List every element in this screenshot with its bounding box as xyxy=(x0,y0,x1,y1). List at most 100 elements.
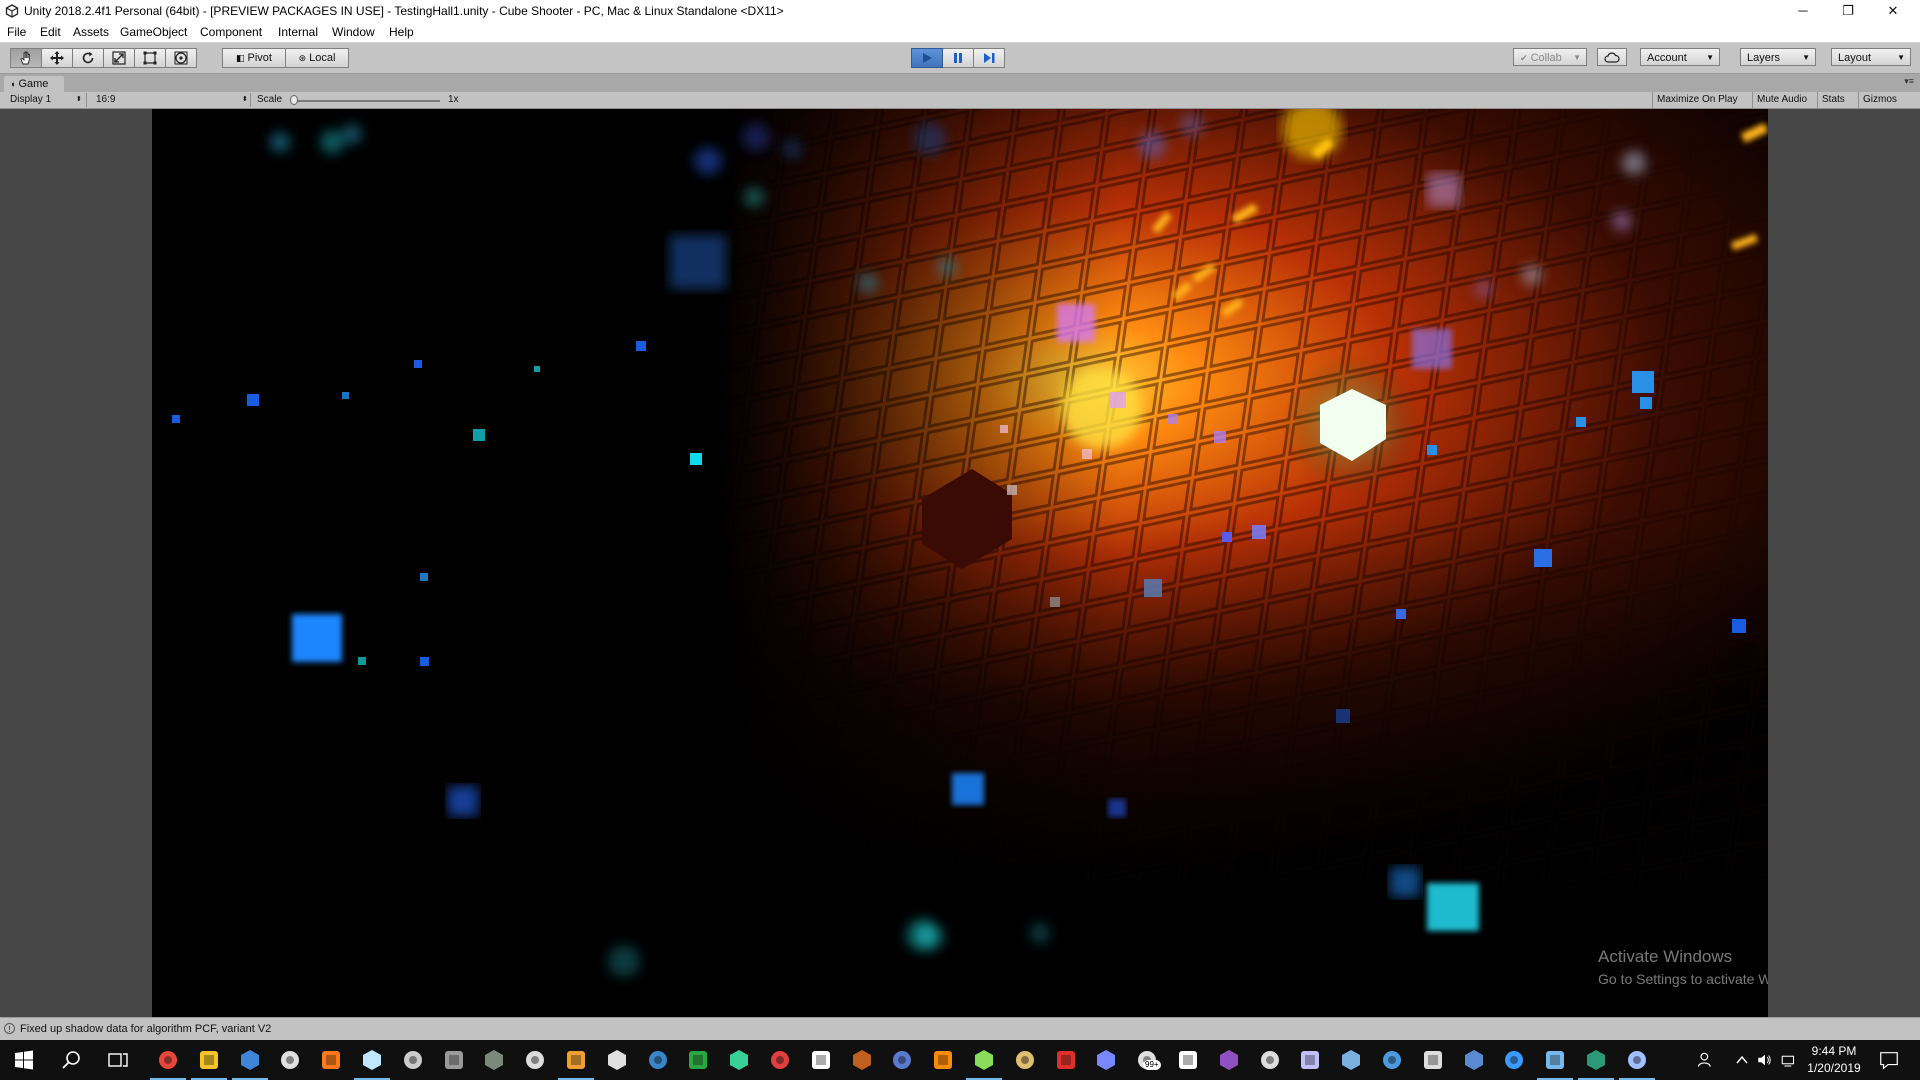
notepad-icon[interactable] xyxy=(354,1048,390,1080)
move-arrows-icon xyxy=(50,51,64,65)
pivot-toggle[interactable]: ◧ Pivot xyxy=(222,48,286,68)
hand-tool-button[interactable] xyxy=(10,48,42,68)
maximize-on-play-toggle[interactable]: Maximize On Play xyxy=(1652,92,1742,108)
local-icon: ⊛ xyxy=(298,53,307,63)
window-title: Unity 2018.2.4f1 Personal (64bit) - [PRE… xyxy=(24,4,784,18)
play-button[interactable] xyxy=(911,48,943,68)
transform-tool-button[interactable] xyxy=(166,48,197,68)
unity-logo-icon xyxy=(5,4,19,18)
origin-icon[interactable] xyxy=(319,1048,343,1072)
minimize-button[interactable]: ─ xyxy=(1781,0,1825,22)
cloud-button[interactable] xyxy=(1597,48,1627,66)
display-caret-icon: ⬍ xyxy=(76,96,82,103)
menu-internal[interactable]: Internal xyxy=(278,22,318,42)
notepad-plus-icon[interactable] xyxy=(966,1048,1002,1080)
search-icon[interactable] xyxy=(60,1048,84,1072)
app-bar-icon[interactable] xyxy=(1380,1048,1404,1072)
sublime-icon[interactable] xyxy=(523,1048,547,1072)
menu-window[interactable]: Window xyxy=(332,22,375,42)
scale-slider-track[interactable] xyxy=(294,100,440,102)
chevron-down-icon: ▼ xyxy=(1802,53,1810,62)
mail-icon[interactable]: 99+ xyxy=(1135,1048,1161,1072)
terminal-icon[interactable] xyxy=(442,1048,466,1072)
gizmos-dropdown[interactable]: Gizmos xyxy=(1858,92,1920,108)
rotate-tool-button[interactable] xyxy=(73,48,104,68)
game-scene xyxy=(152,109,1768,1017)
menu-gameobject[interactable]: GameObject xyxy=(120,22,187,42)
rect-tool-button[interactable] xyxy=(135,48,166,68)
davinci-icon[interactable] xyxy=(1462,1048,1486,1072)
gitkraken-icon[interactable] xyxy=(727,1048,751,1072)
app-blue-icon[interactable] xyxy=(1619,1048,1655,1080)
collab-label: Collab xyxy=(1530,52,1562,64)
game-view-render[interactable]: Activate Windows Go to Settings to activ… xyxy=(152,109,1768,1017)
display-dropdown[interactable]: Display 1 xyxy=(10,92,51,108)
calculator-icon[interactable] xyxy=(401,1048,425,1072)
file-explorer-icon[interactable] xyxy=(191,1048,227,1080)
local-label: Local xyxy=(309,52,336,64)
maximize-button[interactable]: ❐ xyxy=(1826,0,1870,22)
media-player-icon[interactable] xyxy=(809,1048,833,1072)
aspect-dropdown[interactable]: 16:9 xyxy=(96,92,115,108)
menu-help[interactable]: Help xyxy=(389,22,414,42)
twitch-icon[interactable] xyxy=(1176,1048,1200,1072)
step-button[interactable] xyxy=(974,48,1005,68)
visual-studio-icon[interactable] xyxy=(1298,1048,1322,1072)
menu-component[interactable]: Component xyxy=(200,22,262,42)
close-button[interactable]: ✕ xyxy=(1871,0,1915,22)
notification-icon[interactable] xyxy=(1878,1048,1900,1072)
menu-bar: File Edit Assets GameObject Component In… xyxy=(0,22,1920,43)
blender-icon[interactable] xyxy=(605,1048,629,1072)
tab-game[interactable]: ◖ Game xyxy=(4,76,64,92)
clock-date: 1/20/2019 xyxy=(1807,1061,1861,1075)
scale-tool-button[interactable] xyxy=(104,48,135,68)
menu-assets[interactable]: Assets xyxy=(73,22,109,42)
filezilla-icon[interactable] xyxy=(1054,1048,1078,1072)
game-controller-icon[interactable] xyxy=(482,1048,506,1072)
inkscape-icon[interactable] xyxy=(890,1048,914,1072)
chevron-up-icon[interactable] xyxy=(1734,1048,1750,1072)
app-green-icon[interactable] xyxy=(1578,1048,1614,1080)
library-icon[interactable] xyxy=(1013,1048,1037,1072)
helmet-icon[interactable] xyxy=(768,1048,792,1072)
task-view-icon[interactable] xyxy=(106,1048,130,1072)
stats-toggle[interactable]: Stats xyxy=(1817,92,1849,108)
edge-icon[interactable] xyxy=(1258,1048,1282,1072)
app-x-icon[interactable] xyxy=(1217,1048,1241,1072)
pivot-icon: ◧ xyxy=(236,53,245,63)
windows-taskbar: 99+ 9:44 PM 1/20/2019 xyxy=(0,1040,1920,1080)
windows-start-icon[interactable] xyxy=(12,1048,36,1072)
epic-games-icon[interactable] xyxy=(278,1048,302,1072)
chevron-down-icon: ▼ xyxy=(1706,53,1714,62)
chrome-icon[interactable] xyxy=(150,1048,186,1080)
vlc-icon[interactable] xyxy=(931,1048,955,1072)
collab-dropdown[interactable]: ✔ Collab ▼ xyxy=(1513,48,1587,66)
account-dropdown[interactable]: Account ▼ xyxy=(1640,48,1720,66)
paint-icon[interactable] xyxy=(850,1048,874,1072)
steam-icon[interactable] xyxy=(232,1048,268,1080)
scale-slider-thumb[interactable] xyxy=(290,95,298,105)
steam-2-icon[interactable] xyxy=(1537,1048,1573,1080)
menu-edit[interactable]: Edit xyxy=(40,22,61,42)
status-bar[interactable]: ! Fixed up shadow data for algorithm PCF… xyxy=(0,1017,1920,1040)
system-clock[interactable]: 9:44 PM 1/20/2019 xyxy=(1804,1043,1864,1077)
pause-button[interactable] xyxy=(943,48,974,68)
razer-icon[interactable] xyxy=(686,1048,710,1072)
capcut-icon[interactable] xyxy=(1421,1048,1445,1072)
sourcetree-icon[interactable] xyxy=(1502,1048,1526,1072)
discord-icon[interactable] xyxy=(1094,1048,1118,1072)
obs-icon[interactable] xyxy=(1339,1048,1363,1072)
collab-check-icon: ✔ xyxy=(1520,53,1528,63)
menu-file[interactable]: File xyxy=(7,22,26,42)
volume-icon[interactable] xyxy=(1756,1048,1774,1072)
tab-menu-icon[interactable]: ▾≡ xyxy=(1904,76,1914,87)
unity-icon[interactable] xyxy=(558,1048,594,1080)
network-icon[interactable] xyxy=(1780,1048,1798,1072)
people-icon[interactable] xyxy=(1696,1048,1716,1072)
uplay-icon[interactable] xyxy=(646,1048,670,1072)
move-tool-button[interactable] xyxy=(42,48,73,68)
local-toggle[interactable]: ⊛ Local xyxy=(286,48,349,68)
layers-dropdown[interactable]: Layers ▼ xyxy=(1740,48,1816,66)
mute-audio-toggle[interactable]: Mute Audio xyxy=(1752,92,1811,108)
layout-dropdown[interactable]: Layout ▼ xyxy=(1831,48,1911,66)
